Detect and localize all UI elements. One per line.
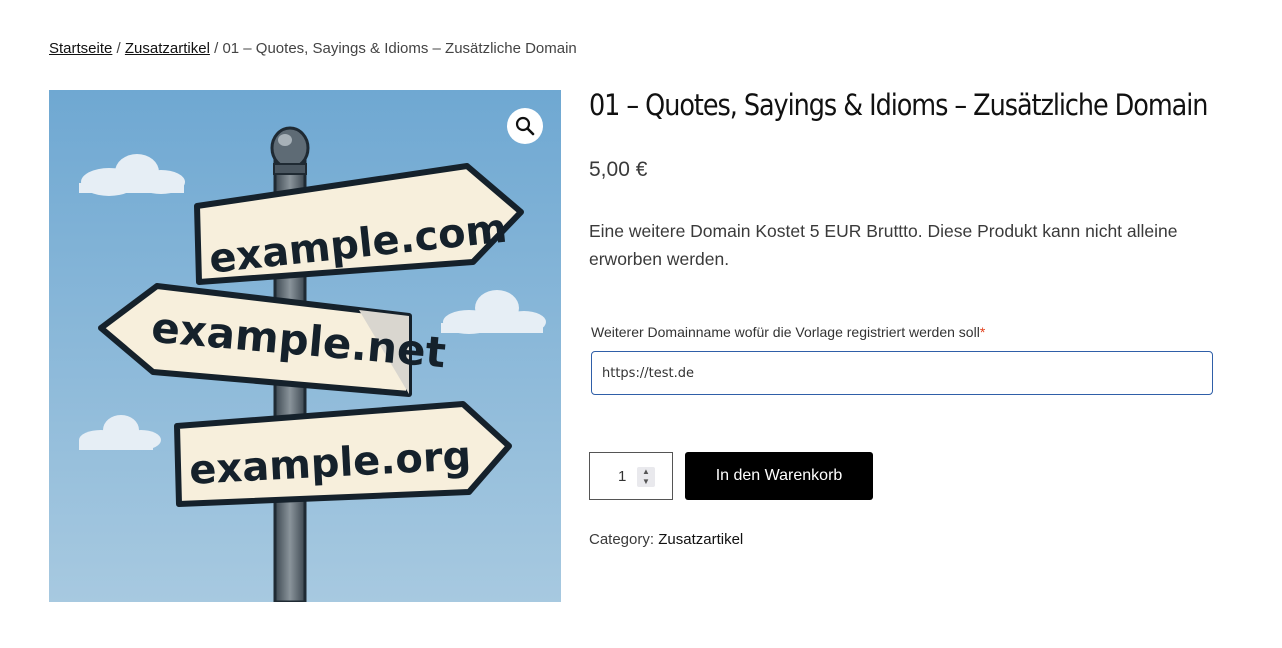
category-label: Category: bbox=[589, 531, 655, 548]
chevron-up-icon[interactable]: ▲ bbox=[641, 467, 651, 477]
category-link[interactable]: Zusatzartikel bbox=[658, 531, 743, 548]
breadcrumb-home-link[interactable]: Startseite bbox=[49, 40, 112, 57]
product-title: 01 – Quotes, Sayings & Idioms – Zusätzli… bbox=[589, 88, 1208, 122]
breadcrumb: Startseite / Zusatzartikel / 01 – Quotes… bbox=[49, 40, 577, 57]
product-description: Eine weitere Domain Kostet 5 EUR Bruttto… bbox=[589, 221, 1178, 269]
required-marker: * bbox=[979, 324, 986, 340]
domain-field-label-text: Weiterer Domainname wofür die Vorlage re… bbox=[591, 324, 980, 340]
zoom-button[interactable] bbox=[507, 108, 543, 144]
chevron-down-icon[interactable]: ▼ bbox=[641, 477, 651, 487]
quantity-spinner[interactable]: ▲ ▼ bbox=[637, 467, 655, 487]
product-category: Category: Zusatzartikel bbox=[589, 531, 743, 548]
product-image[interactable]: example.com example.net example.org bbox=[49, 90, 561, 602]
breadcrumb-category-link[interactable]: Zusatzartikel bbox=[125, 40, 210, 57]
domain-field-label: Weiterer Domainname wofür die Vorlage re… bbox=[591, 324, 985, 340]
breadcrumb-separator: / bbox=[209, 40, 223, 57]
domain-input[interactable] bbox=[591, 351, 1213, 395]
breadcrumb-separator: / bbox=[112, 40, 125, 57]
add-to-cart-button[interactable]: In den Warenkorb bbox=[685, 452, 873, 500]
magnifier-icon bbox=[515, 116, 535, 136]
signpost-illustration: example.com example.net example.org bbox=[49, 90, 561, 602]
breadcrumb-current: 01 – Quotes, Sayings & Idioms – Zusätzli… bbox=[222, 40, 577, 57]
quantity-stepper[interactable]: 1 ▲ ▼ bbox=[589, 452, 673, 500]
quantity-value[interactable]: 1 bbox=[618, 468, 626, 485]
product-price: 5,00 € bbox=[589, 158, 648, 181]
